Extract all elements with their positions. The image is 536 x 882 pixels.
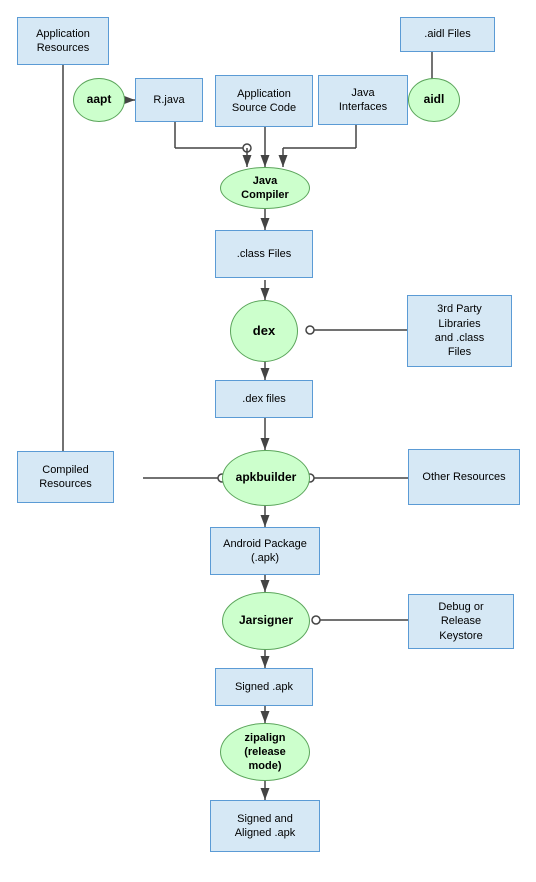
apkbuilder-oval: apkbuilder [222, 450, 310, 506]
build-diagram: ApplicationResources .aidl Files aapt R.… [0, 0, 536, 882]
aidl-files-box: .aidl Files [400, 17, 495, 52]
app-resources-box: ApplicationResources [17, 17, 109, 65]
java-compiler-oval: JavaCompiler [220, 167, 310, 209]
third-party-box: 3rd PartyLibrariesand .classFiles [407, 295, 512, 367]
debug-release-box: Debug orReleaseKeystore [408, 594, 514, 649]
aidl-oval: aidl [408, 78, 460, 122]
android-package-box: Android Package(.apk) [210, 527, 320, 575]
java-interfaces-box: JavaInterfaces [318, 75, 408, 125]
other-resources-box: Other Resources [408, 449, 520, 505]
zipalign-oval: zipalign(releasemode) [220, 723, 310, 781]
app-source-box: ApplicationSource Code [215, 75, 313, 127]
dex-files-box: .dex files [215, 380, 313, 418]
dex-oval: dex [230, 300, 298, 362]
aapt-oval: aapt [73, 78, 125, 122]
r-java-box: R.java [135, 78, 203, 122]
signed-apk-box: Signed .apk [215, 668, 313, 706]
class-files-box: .class Files [215, 230, 313, 278]
compiled-resources-box: CompiledResources [17, 451, 114, 503]
signed-aligned-box: Signed andAligned .apk [210, 800, 320, 852]
jarsigner-oval: Jarsigner [222, 592, 310, 650]
